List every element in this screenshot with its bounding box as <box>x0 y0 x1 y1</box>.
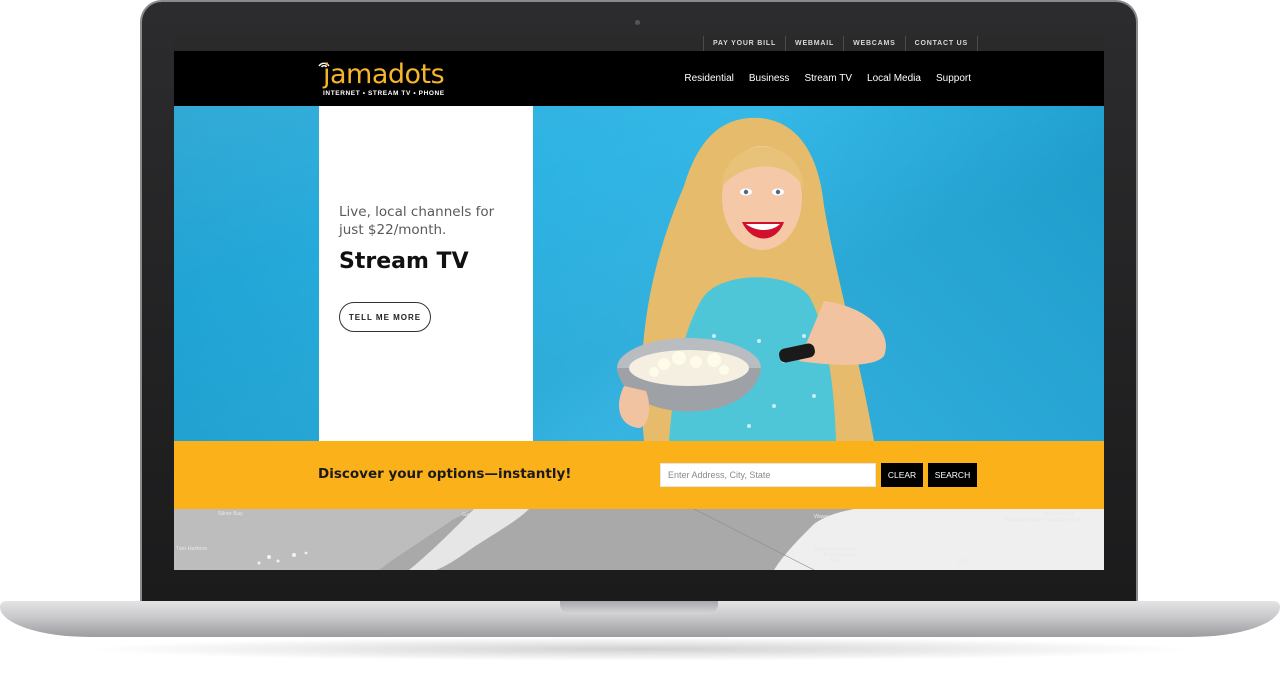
map-label: Wawa <box>814 514 830 520</box>
site-logo[interactable]: jamadots INTERNET • STREAM TV • PHONE <box>317 58 477 100</box>
address-input[interactable] <box>660 463 876 487</box>
hero-headline: Stream TV <box>339 249 469 274</box>
map-label: Silver Bay <box>218 511 243 517</box>
coverage-map[interactable]: Silver Bay Two Harbors Gay Calumet Twp L… <box>174 509 1104 570</box>
map-label: Bay <box>830 557 840 563</box>
menu-item-local-media[interactable]: Local Media <box>867 73 921 84</box>
hero-photo-woman-with-popcorn <box>617 117 886 441</box>
utility-nav: PAY YOUR BILL WEBMAIL WEBCAMS CONTACT US <box>174 36 1104 51</box>
map-label: Mississauga <box>1044 511 1075 517</box>
logo-tagline: INTERNET • STREAM TV • PHONE <box>323 90 445 97</box>
laptop-shadow <box>80 637 1200 661</box>
webcams-link[interactable]: WEBCAMS <box>843 36 905 51</box>
website-screen: PAY YOUR BILL WEBMAIL WEBCAMS CONTACT US… <box>174 36 1104 570</box>
utility-links: PAY YOUR BILL WEBMAIL WEBCAMS CONTACT US <box>702 36 978 51</box>
menu-item-support[interactable]: Support <box>936 73 971 84</box>
menu-item-business[interactable]: Business <box>749 73 790 84</box>
contact-us-link[interactable]: CONTACT US <box>904 36 978 51</box>
tell-me-more-button[interactable]: TELL ME MORE <box>339 302 431 332</box>
menu-item-residential[interactable]: Residential <box>684 73 733 84</box>
map-label: Missinaibi River Provincial Park <box>1004 517 1081 523</box>
map-label: Two Harbors <box>176 546 208 552</box>
webcam-icon <box>635 20 640 25</box>
main-nav: jamadots INTERNET • STREAM TV • PHONE Re… <box>174 51 1104 106</box>
address-search-band: Discover your options—instantly! CLEAR S… <box>174 441 1104 509</box>
hero-banner: Live, local channels for just $22/month.… <box>174 106 1104 441</box>
logo-wordmark: jamadots <box>323 59 445 90</box>
map-label: Houghton <box>464 533 488 539</box>
map-label: Gay <box>462 512 473 518</box>
map-label: 129 <box>958 559 968 565</box>
menu-item-stream-tv[interactable]: Stream TV <box>804 73 852 84</box>
map-label: Lake Linden <box>474 523 504 529</box>
search-band-title: Discover your options—instantly! <box>318 466 572 482</box>
map-label: Calumet Twp <box>477 514 509 520</box>
clear-button[interactable]: CLEAR <box>881 463 923 487</box>
webmail-link[interactable]: WEBMAIL <box>785 36 843 51</box>
hero-tagline: Live, local channels for just $22/month. <box>339 204 495 238</box>
search-button[interactable]: SEARCH <box>928 463 977 487</box>
primary-menu: Residential Business Stream TV Local Med… <box>669 51 971 106</box>
laptop-notch <box>560 601 718 614</box>
pay-bill-link[interactable]: PAY YOUR BILL <box>702 36 785 51</box>
hero-text-panel: Live, local channels for just $22/month.… <box>319 106 533 441</box>
